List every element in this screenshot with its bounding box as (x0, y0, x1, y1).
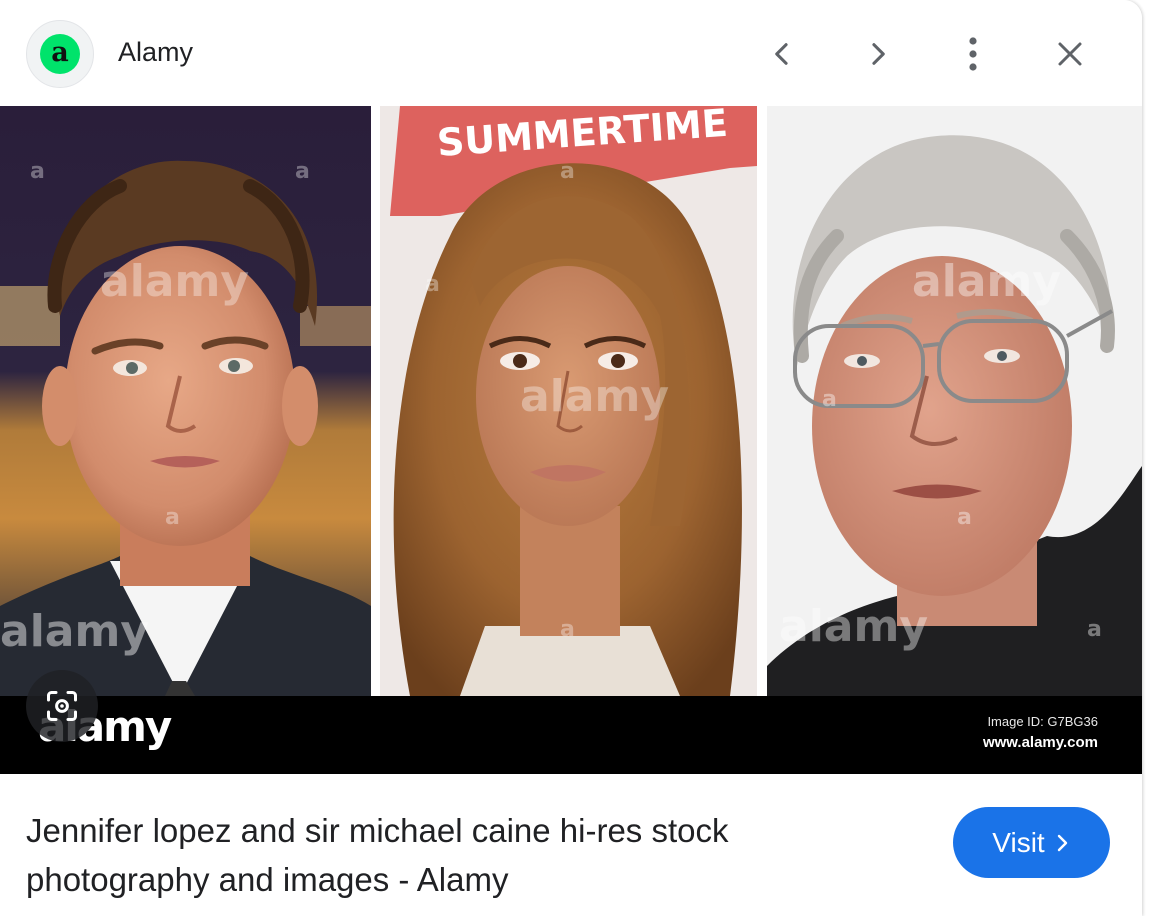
image-credit-band: alamy Image ID: G7BG36 www.alamy.com (0, 696, 1142, 774)
photo-divider (371, 106, 380, 696)
site-name[interactable]: Alamy (118, 37, 193, 68)
watermark-text: alamy (100, 256, 249, 307)
site-favicon[interactable]: a (26, 20, 94, 88)
result-title[interactable]: Jennifer lopez and sir michael caine hi-… (26, 806, 866, 904)
watermark-letter: a (165, 505, 180, 530)
watermark-letter: a (560, 617, 575, 642)
alamy-logo-icon: a (40, 34, 80, 74)
image-id-text: Image ID: G7BG36 (987, 714, 1098, 729)
next-button[interactable] (854, 30, 902, 78)
chevron-right-icon (872, 43, 885, 65)
site-url-text: www.alamy.com (982, 734, 1098, 751)
watermark-letter: a (425, 272, 440, 297)
watermark-letter: a (1087, 617, 1102, 642)
previous-button[interactable] (758, 30, 806, 78)
preview-image[interactable]: alamy alamy a a a SUMMERTIME alamy a a a… (0, 106, 1142, 774)
chevron-left-icon (775, 43, 788, 65)
photo-man-curly-hair: alamy alamy a a a (0, 106, 371, 696)
watermark-text: alamy (912, 256, 1061, 307)
search-inside-image-button[interactable] (26, 670, 98, 742)
more-vert-icon (969, 37, 977, 71)
watermark-letter: a (30, 159, 45, 184)
close-icon (1058, 42, 1082, 66)
photo-older-man-glasses: alamy alamy a a a (767, 106, 1142, 696)
more-options-button[interactable] (949, 30, 997, 78)
visit-button-label: Visit (992, 826, 1045, 858)
chevron-right-icon (1057, 834, 1067, 851)
image-preview-panel: a Alamy alamy alamy a a a SUMMERTIME ala… (0, 0, 1142, 916)
portrait-illustration: alamy alamy a a a (767, 106, 1142, 696)
photo-woman-long-hair: SUMMERTIME alamy a a a (380, 106, 757, 696)
watermark-letter: a (957, 505, 972, 530)
image-search-icon (47, 691, 77, 721)
watermark-text: alamy (0, 606, 149, 657)
preview-header: a Alamy (0, 0, 1142, 106)
watermark-letter: a (295, 159, 310, 184)
visit-button[interactable]: Visit (953, 807, 1110, 878)
close-button[interactable] (1046, 30, 1094, 78)
portrait-illustration: alamy alamy a a a (0, 106, 371, 696)
watermark-text: alamy (779, 601, 928, 652)
watermark-text: alamy (520, 371, 669, 422)
photo-divider (757, 106, 767, 696)
watermark-letter: a (560, 159, 575, 184)
portrait-illustration: SUMMERTIME alamy a a a (380, 106, 757, 696)
watermark-letter: a (822, 387, 837, 412)
